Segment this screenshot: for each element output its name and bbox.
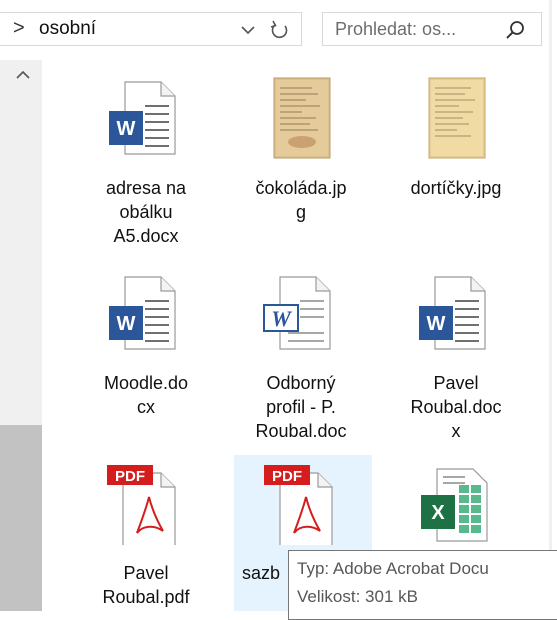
word-legacy-doc-icon: W: [263, 276, 331, 350]
file-name-label: Pavel Roubal.pdf: [102, 563, 190, 607]
file-item-dorticky[interactable]: dortíčky.jpg: [387, 70, 525, 266]
svg-text:W: W: [117, 313, 136, 335]
svg-text:W: W: [427, 313, 446, 335]
scrollbar-thumb[interactable]: [0, 425, 42, 611]
svg-text:X: X: [431, 502, 445, 524]
file-info-tooltip: Typ: Adobe Acrobat Docu Velikost: 301 kB: [288, 550, 557, 620]
svg-text:PDF: PDF: [272, 468, 302, 485]
word-doc-icon: W: [419, 276, 486, 350]
file-name-label: Odborný profil - P. Roubal.doc: [255, 373, 347, 441]
search-input[interactable]: [335, 17, 495, 41]
breadcrumb-separator[interactable]: >: [13, 17, 25, 40]
refresh-icon[interactable]: [267, 18, 293, 42]
toolbar: > osobní: [0, 0, 557, 60]
file-name-label: Pavel Roubal.doc x: [410, 373, 502, 441]
svg-text:PDF: PDF: [115, 468, 145, 485]
search-box[interactable]: [322, 12, 542, 46]
search-icon[interactable]: [504, 19, 526, 41]
file-item-odborny-profil[interactable]: W Odborný profil - P. Roubal.doc: [232, 265, 370, 455]
file-name-label: Moodle.do cx: [103, 373, 189, 417]
file-item-moodle[interactable]: W Moodle.do cx: [77, 265, 215, 455]
file-name-label: čokoláda.jp g: [255, 178, 347, 222]
word-doc-icon: W: [109, 276, 176, 350]
file-name-label: adresa na obálku A5.docx: [105, 178, 187, 246]
pdf-icon: PDF: [107, 465, 176, 545]
file-name-label: dortíčky.jpg: [410, 178, 502, 198]
image-thumbnail-icon: [273, 77, 331, 159]
scroll-up-arrow-icon[interactable]: [14, 68, 32, 82]
file-item-pavel-roubal-docx[interactable]: W Pavel Roubal.doc x: [387, 265, 525, 455]
address-bar[interactable]: > osobní: [0, 12, 302, 46]
chevron-down-icon[interactable]: [239, 22, 257, 38]
file-item-pavel-roubal-pdf[interactable]: PDF Pavel Roubal.pdf: [77, 455, 215, 611]
image-thumbnail-icon: [428, 77, 486, 159]
svg-text:W: W: [271, 306, 292, 331]
file-item-cokolada[interactable]: čokoláda.jp g: [232, 70, 370, 266]
pdf-icon: PDF: [264, 465, 333, 545]
file-item-adresa[interactable]: W adresa na obálku A5.docx: [77, 70, 215, 266]
tooltip-size: Velikost: 301 kB: [297, 587, 418, 606]
tooltip-type: Typ: Adobe Acrobat Docu: [297, 559, 489, 578]
excel-icon: X: [421, 468, 488, 542]
breadcrumb-current-folder[interactable]: osobní: [39, 18, 96, 40]
word-doc-icon: W: [109, 81, 176, 155]
svg-text:W: W: [117, 118, 136, 140]
window-edge: [549, 0, 552, 611]
